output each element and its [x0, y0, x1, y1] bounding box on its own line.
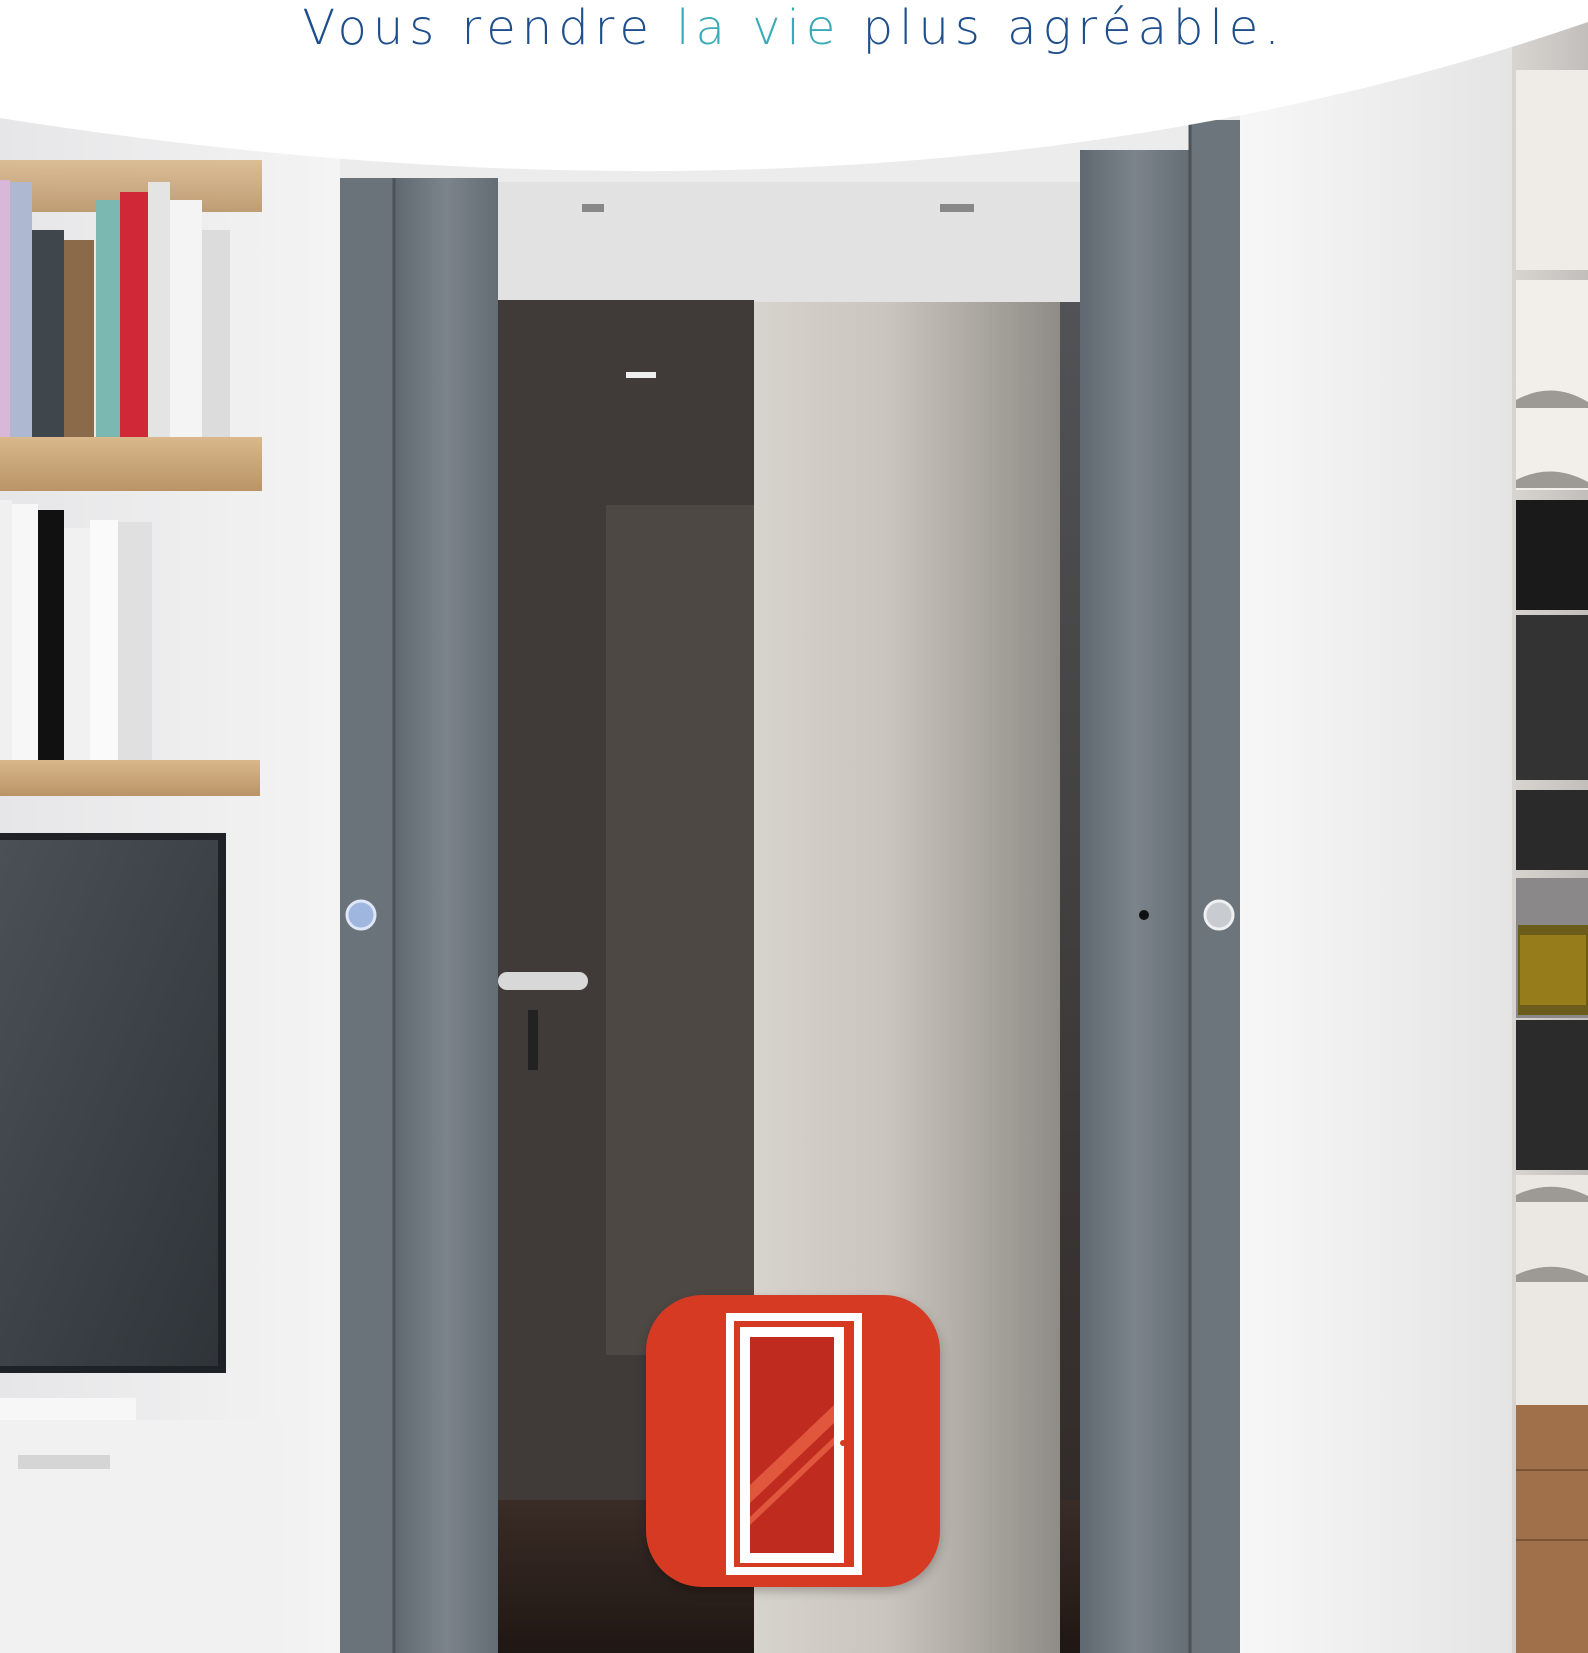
shelf-bottom — [0, 760, 260, 796]
headline-accent: la vie — [676, 0, 842, 56]
headline: Vous rendre la vie plus agréable. — [0, 0, 1588, 56]
door-icon — [726, 1313, 862, 1575]
kitchen-cabinets — [1512, 0, 1588, 1653]
tv-cabinet — [0, 1398, 282, 1653]
left-frame-button[interactable] — [345, 899, 377, 931]
headline-part-1: Vous rendre — [302, 0, 677, 56]
television — [0, 833, 226, 1373]
right-frame-button[interactable] — [1203, 899, 1235, 931]
books-bottom-row — [0, 500, 152, 760]
right-wall — [1240, 0, 1520, 1653]
right-door-frame — [1080, 120, 1240, 1653]
door-app-icon[interactable] — [646, 1295, 940, 1587]
right-frame-dot — [1139, 910, 1149, 920]
headline-part-3: plus agréable. — [841, 0, 1286, 56]
